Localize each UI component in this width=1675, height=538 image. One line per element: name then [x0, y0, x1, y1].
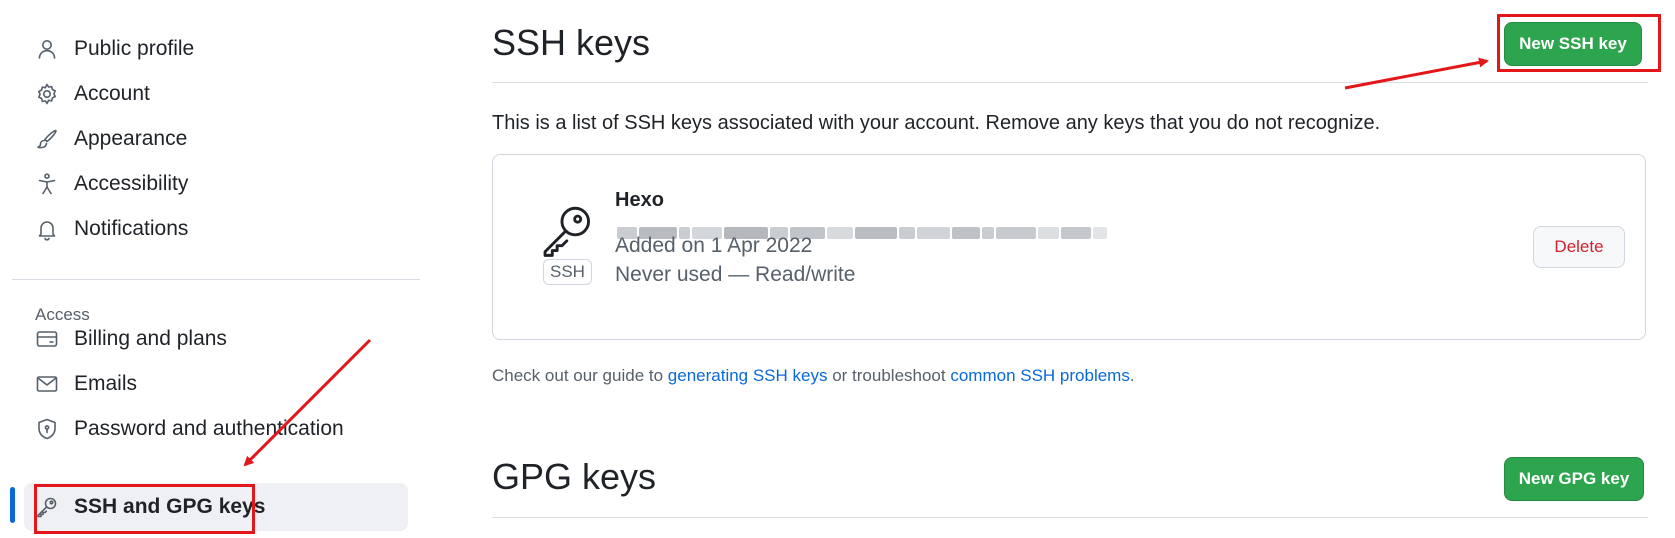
annotation-box-new-ssh-key [1497, 14, 1661, 72]
key-icon [539, 201, 597, 259]
sidebar-item-label: Account [74, 82, 150, 105]
paintbrush-icon [34, 126, 60, 152]
sidebar-item-appearance[interactable]: Appearance [24, 115, 408, 163]
sidebar-item-label: Billing and plans [74, 327, 227, 350]
guide-prefix: Check out our guide to [492, 366, 668, 385]
accessibility-icon [34, 171, 60, 197]
guide-suffix: . [1129, 366, 1135, 385]
sidebar-item-password-authentication[interactable]: Password and authentication [24, 405, 408, 453]
ssh-key-card: SSH Hexo Added on 1 Apr 2022 Never used … [492, 154, 1646, 340]
sidebar-item-label: Password and authentication [74, 417, 344, 440]
sidebar-item-accessibility[interactable]: Accessibility [24, 160, 408, 208]
ssh-description: This is a list of SSH keys associated wi… [492, 112, 1381, 134]
main-content: SSH keys New SSH key This is a list of S… [492, 0, 1652, 538]
gpg-heading-divider [492, 517, 1648, 518]
credit-card-icon [34, 326, 60, 352]
sidebar-item-account[interactable]: Account [24, 70, 408, 118]
ssh-heading-divider [492, 82, 1648, 83]
key-type-badge: SSH [543, 259, 592, 285]
key-usage: Never used — Read/write [615, 263, 856, 286]
shield-icon [34, 416, 60, 442]
active-indicator [10, 487, 15, 523]
key-added-date: Added on 1 Apr 2022 [615, 234, 813, 257]
ssh-guide-text: Check out our guide to generating SSH ke… [492, 366, 1135, 386]
new-gpg-key-button[interactable]: New GPG key [1504, 457, 1644, 501]
sidebar-item-emails[interactable]: Emails [24, 360, 408, 408]
sidebar-item-label: Accessibility [74, 172, 189, 195]
common-ssh-problems-link[interactable]: common SSH problems [950, 366, 1130, 385]
gpg-keys-heading: GPG keys [492, 456, 657, 497]
person-icon [34, 36, 60, 62]
key-title: Hexo [615, 189, 664, 211]
sidebar-item-label: Notifications [74, 217, 189, 240]
settings-sidebar: Public profile Account Appearance Access… [0, 0, 420, 538]
bell-icon [34, 216, 60, 242]
sidebar-item-label: Emails [74, 372, 138, 395]
gear-icon [34, 81, 60, 107]
sidebar-item-label: Appearance [74, 127, 188, 150]
ssh-keys-heading: SSH keys [492, 22, 651, 63]
sidebar-item-label: Public profile [74, 37, 195, 60]
sidebar-item-public-profile[interactable]: Public profile [24, 25, 408, 73]
delete-key-button[interactable]: Delete [1533, 226, 1625, 268]
sidebar-item-notifications[interactable]: Notifications [24, 205, 408, 253]
sidebar-divider [12, 279, 420, 280]
annotation-box-ssh-gpg-keys [34, 484, 255, 534]
generating-ssh-keys-link[interactable]: generating SSH keys [668, 366, 828, 385]
sidebar-item-billing[interactable]: Billing and plans [24, 315, 408, 363]
mail-icon [34, 371, 60, 397]
guide-middle: or troubleshoot [827, 366, 951, 385]
